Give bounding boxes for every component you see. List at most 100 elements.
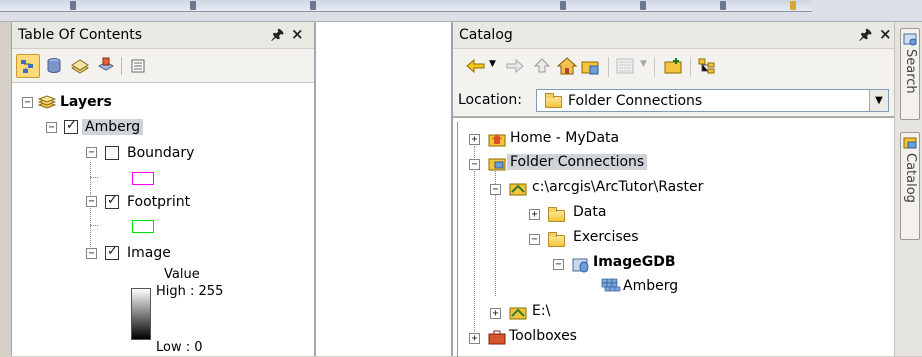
connect-folder-icon[interactable] [581,57,601,79]
tree-connector [90,225,98,226]
footprint-symbol[interactable] [132,220,154,233]
tree-raster-label[interactable]: Amberg [623,278,678,294]
toolbar-separator [121,57,122,75]
catalog-tree: + Home - MyData − Folder Connections − c… [453,117,895,357]
toolbar-bar [0,0,812,12]
chevron-down-icon[interactable]: ▼ [869,90,888,111]
toolbox-icon [488,329,506,349]
pin-icon[interactable]: 🖈 [271,24,284,48]
location-bar: Location: Folder Connections ▼ [453,83,894,117]
tree-folder-connections-label[interactable]: Folder Connections [507,154,648,170]
table-of-contents-pane: Table Of Contents 🖈 × − Layers − ✓ Amber… [11,22,315,356]
catalog-tab-label: Catalog [903,153,918,203]
view-dropdown-icon[interactable]: ▼ [640,59,647,69]
toolbar-icon[interactable] [190,1,196,10]
folder-icon [548,207,565,222]
boundary-checkbox[interactable] [105,146,119,160]
folder-connections-icon [545,93,562,108]
legend-value-label: Value [164,267,200,282]
tree-toolboxes-label[interactable]: Toolboxes [509,328,577,344]
close-icon[interactable]: × [291,25,304,43]
search-dock-tab[interactable]: Search [900,28,920,120]
expand-home-icon[interactable]: + [469,134,480,145]
layers-icon [37,94,57,114]
image-checkbox[interactable]: ✓ [105,244,119,260]
geodatabase-icon [572,255,590,277]
toolbar-icon[interactable] [70,1,76,10]
collapse-amberg-icon[interactable]: − [46,122,57,133]
catalog-title-bar: Catalog 🖈 × [453,22,894,49]
top-toolbar-strip [0,0,922,22]
expand-toolboxes-icon[interactable]: + [469,333,480,344]
toolbar-icon[interactable] [560,1,566,10]
location-value: Folder Connections [568,93,703,109]
toc-title-bar: Table Of Contents 🖈 × [12,22,314,49]
footprint-checkbox[interactable]: ✓ [105,193,119,209]
boundary-label[interactable]: Boundary [127,145,194,161]
tree-exercises-label[interactable]: Exercises [573,229,639,245]
collapse-raster-folder-icon[interactable]: − [490,184,501,195]
search-tab-label: Search [903,49,918,94]
toolbar-separator [690,57,691,77]
toolbar-icon[interactable] [790,1,796,10]
list-by-drawing-order-icon[interactable] [16,54,40,78]
view-toggle-icon[interactable] [616,58,636,78]
toolbar-separator [608,57,609,77]
list-by-source-icon[interactable] [42,54,66,78]
catalog-title: Catalog [459,27,513,43]
boundary-symbol[interactable] [132,172,154,185]
list-by-visibility-icon[interactable] [68,54,92,78]
toolbar-icon[interactable] [640,1,646,10]
collapse-boundary-icon[interactable]: − [86,147,97,158]
docked-windows-strip: Search Catalog [894,22,922,356]
expand-data-icon[interactable]: + [529,209,540,220]
collapse-exercises-icon[interactable]: − [529,234,540,245]
connect-to-folder-icon[interactable] [664,57,684,79]
tree-connector [90,162,91,255]
collapse-folder-connections-icon[interactable]: − [469,159,480,170]
tree-connector [90,177,98,178]
catalog-toolbar: ▼ ▼ [453,49,894,83]
image-label[interactable]: Image [127,245,171,261]
tree-connector [474,146,475,342]
legend-high-label: High : 255 [156,284,224,299]
legend-low-label: Low : 0 [156,340,203,355]
map-display-area[interactable] [315,22,452,356]
toolbar-icon[interactable] [310,1,316,10]
toolbar-icon[interactable] [720,1,726,10]
back-arrow-icon[interactable] [465,58,487,78]
close-icon[interactable]: × [879,25,892,43]
collapse-imagegdb-icon[interactable]: − [553,259,564,270]
layers-label[interactable]: Layers [60,94,112,110]
up-one-level-icon[interactable] [533,58,551,78]
tree-data-label[interactable]: Data [573,204,606,220]
collapse-layers-icon[interactable]: − [22,97,33,108]
frame-label[interactable]: Amberg [82,119,144,135]
folder-connections-icon [488,155,506,175]
list-by-selection-icon[interactable] [94,54,118,78]
options-icon[interactable] [126,54,150,78]
location-combobox[interactable]: Folder Connections ▼ [536,89,889,112]
tree-gdb-label[interactable]: ImageGDB [593,254,676,270]
raster-dataset-icon [601,278,621,298]
footprint-label[interactable]: Footprint [127,194,190,210]
folder-icon [548,232,565,247]
stretch-color-ramp[interactable] [131,288,151,340]
tree-home-label[interactable]: Home - MyData [510,130,619,146]
back-dropdown-icon[interactable]: ▼ [489,59,496,69]
amberg-checkbox[interactable]: ✓ [64,118,78,134]
expand-drive-e-icon[interactable]: + [490,308,501,319]
pin-icon[interactable]: 🖈 [859,24,872,48]
folder-connection-icon [509,180,527,200]
home-folder-icon [488,131,506,151]
tree-drive-e-label[interactable]: E:\ [532,303,550,319]
catalog-dock-tab[interactable]: Catalog [900,132,920,240]
collapse-image-icon[interactable]: − [86,248,97,259]
toggle-contents-panel-icon[interactable] [698,58,716,78]
home-icon[interactable] [556,56,578,80]
folder-connection-icon [509,304,527,324]
collapse-footprint-icon[interactable]: − [86,196,97,207]
toc-toolbar [12,49,314,83]
forward-arrow-icon[interactable] [505,58,525,77]
tree-raster-path-label[interactable]: c:\arcgis\ArcTutor\Raster [532,179,703,195]
